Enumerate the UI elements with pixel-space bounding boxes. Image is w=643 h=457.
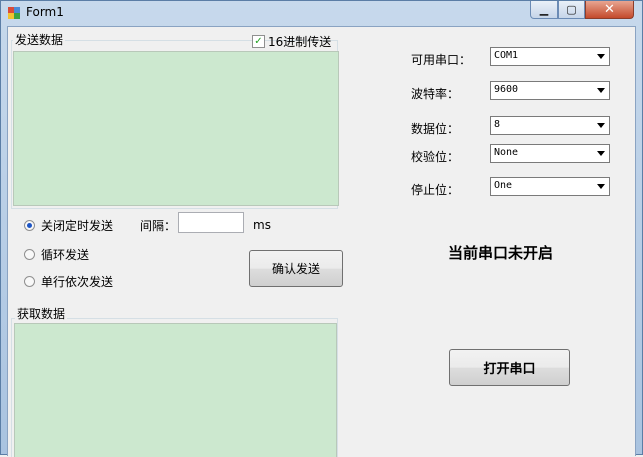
maximize-button[interactable]: ▢ xyxy=(558,1,585,19)
stopbits-value: One xyxy=(494,180,513,191)
open-port-label: 打开串口 xyxy=(483,362,536,377)
hex-send-checkbox[interactable]: ✓ 16进制传送 xyxy=(252,33,331,50)
chevron-down-icon xyxy=(597,184,605,189)
maximize-icon: ▢ xyxy=(566,3,577,16)
title-bar[interactable]: Form1 ▁ ▢ ✕ xyxy=(1,1,642,25)
send-data-textarea[interactable] xyxy=(13,51,339,206)
chevron-down-icon xyxy=(597,88,605,93)
chevron-down-icon xyxy=(597,123,605,128)
receive-data-title: 获取数据 xyxy=(15,305,68,322)
baud-value: 9600 xyxy=(494,84,519,95)
port-select[interactable]: COM1 xyxy=(490,47,610,66)
interval-input[interactable] xyxy=(178,212,244,233)
port-label: 可用串口： xyxy=(411,53,472,67)
radio-loop-send[interactable]: 循环发送 xyxy=(24,246,89,263)
receive-data-textarea[interactable] xyxy=(14,323,337,457)
parity-label: 校验位： xyxy=(411,150,460,164)
stopbits-select[interactable]: One xyxy=(490,177,610,196)
stopbits-label: 停止位： xyxy=(411,183,460,197)
port-value: COM1 xyxy=(494,50,519,61)
app-icon xyxy=(8,7,20,19)
hex-send-label: 16进制传送 xyxy=(268,35,332,49)
minimize-button[interactable]: ▁ xyxy=(530,1,558,19)
open-port-button[interactable]: 打开串口 xyxy=(449,349,570,386)
radio-selected-icon xyxy=(24,220,35,231)
confirm-send-button[interactable]: 确认发送 xyxy=(249,250,343,287)
baud-label: 波特率： xyxy=(411,87,460,101)
port-status-text: 当前串口未开启 xyxy=(448,244,554,262)
radio-line-send-label: 单行依次发送 xyxy=(41,275,114,289)
chevron-down-icon xyxy=(597,151,605,156)
radio-line-send[interactable]: 单行依次发送 xyxy=(24,273,113,290)
radio-timer-off-label: 关闭定时发送 xyxy=(41,219,114,233)
databits-label: 数据位： xyxy=(411,122,460,136)
interval-unit: ms xyxy=(253,218,271,232)
radio-timer-off[interactable]: 关闭定时发送 xyxy=(24,217,113,234)
close-button[interactable]: ✕ xyxy=(585,1,634,19)
minimize-icon: ▁ xyxy=(539,3,549,16)
parity-value: None xyxy=(494,147,519,158)
checkbox-check-icon: ✓ xyxy=(252,35,265,48)
window-frame: Form1 ▁ ▢ ✕ 发送数据 ✓ 16进制传送 关闭定时发送 循环发送 单行… xyxy=(0,0,643,457)
interval-label: 间隔： xyxy=(140,219,177,233)
databits-select[interactable]: 8 xyxy=(490,116,610,135)
baud-select[interactable]: 9600 xyxy=(490,81,610,100)
window-title: Form1 xyxy=(26,5,64,19)
confirm-send-label: 确认发送 xyxy=(271,262,320,276)
send-data-title: 发送数据 xyxy=(13,31,66,48)
client-area: 发送数据 ✓ 16进制传送 关闭定时发送 循环发送 单行依次发送 间隔： ms … xyxy=(7,26,636,457)
chevron-down-icon xyxy=(597,54,605,59)
radio-unselected-icon xyxy=(24,276,35,287)
radio-loop-send-label: 循环发送 xyxy=(41,248,90,262)
radio-unselected-icon xyxy=(24,249,35,260)
databits-value: 8 xyxy=(494,119,501,130)
close-icon: ✕ xyxy=(604,2,615,17)
parity-select[interactable]: None xyxy=(490,144,610,163)
